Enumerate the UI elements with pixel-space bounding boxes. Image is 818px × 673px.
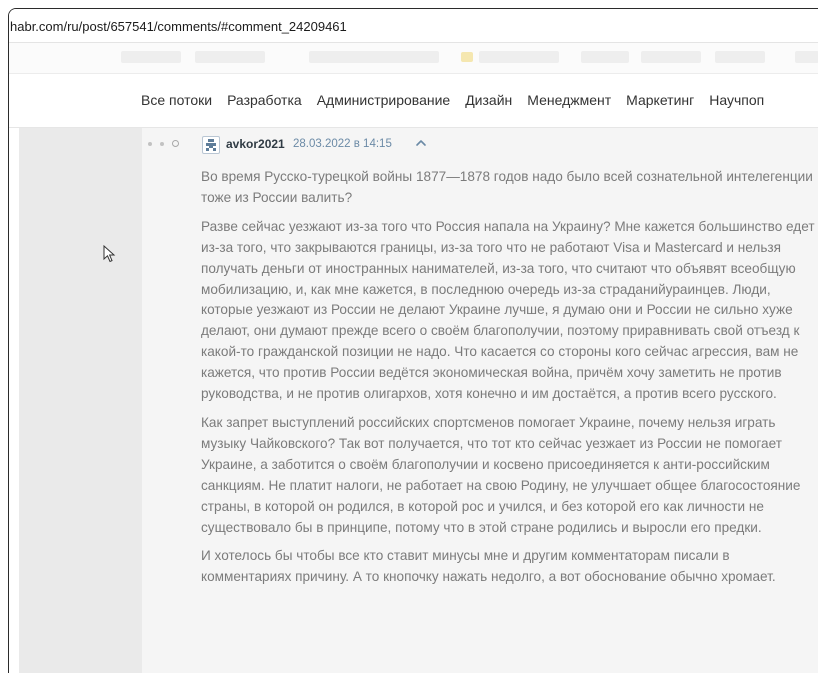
habr-flows-nav: Все потоки Разработка Администрирование … — [9, 74, 818, 128]
comment: avkor2021 28.03.2022 в 14:15 Во время Ру… — [142, 128, 818, 673]
arrow-up-icon[interactable] — [415, 137, 427, 149]
comment-datetime[interactable]: 28.03.2022 в 14:15 — [293, 138, 392, 150]
comment-paragraph: И хотелось бы чтобы все кто ставит минус… — [201, 548, 776, 585]
avatar-identicon — [206, 139, 216, 151]
mouse-pointer-icon — [103, 245, 116, 263]
comment-paragraph: Как запрет выступлений российских спортс… — [201, 414, 801, 535]
bookmarks-bar — [9, 43, 818, 74]
flow-marketing[interactable]: Маркетинг — [626, 92, 694, 108]
bookmark-item[interactable] — [715, 51, 765, 63]
bookmark-item[interactable] — [195, 51, 265, 63]
bookmark-item[interactable] — [795, 51, 818, 63]
comment-body: Во время Русско-турецкой войны 1877—1878… — [201, 167, 818, 596]
bookmark-item[interactable] — [479, 51, 559, 63]
bookmark-item[interactable] — [309, 51, 439, 63]
url-text[interactable]: habr.com/ru/post/657541/comments/#commen… — [10, 19, 347, 34]
bookmark-item[interactable] — [121, 51, 181, 63]
flow-management[interactable]: Менеджмент — [527, 92, 611, 108]
flows-list: Все потоки Разработка Администрирование … — [141, 92, 764, 108]
avatar[interactable] — [202, 136, 220, 154]
comment-paragraph: Разве сейчас уезжают из-за того что Росс… — [201, 218, 815, 402]
comment-author[interactable]: avkor2021 — [226, 137, 285, 151]
flow-design[interactable]: Дизайн — [465, 92, 512, 108]
comment-paragraph: Во время Русско-турецкой войны 1877—1878… — [201, 169, 813, 205]
flow-development[interactable]: Разработка — [227, 92, 302, 108]
bookmark-item[interactable] — [641, 51, 701, 63]
thread-dots-icon — [148, 140, 179, 147]
comments-area: avkor2021 28.03.2022 в 14:15 Во время Ру… — [19, 128, 818, 673]
browser-window: habr.com/ru/post/657541/comments/#commen… — [8, 8, 818, 673]
flow-administration[interactable]: Администрирование — [317, 92, 451, 108]
address-bar[interactable]: habr.com/ru/post/657541/comments/#commen… — [9, 9, 818, 43]
bookmark-folder-icon[interactable] — [461, 52, 473, 62]
flow-popsci[interactable]: Научпоп — [709, 92, 764, 108]
bookmark-item[interactable] — [581, 51, 629, 63]
flow-all[interactable]: Все потоки — [141, 92, 212, 108]
